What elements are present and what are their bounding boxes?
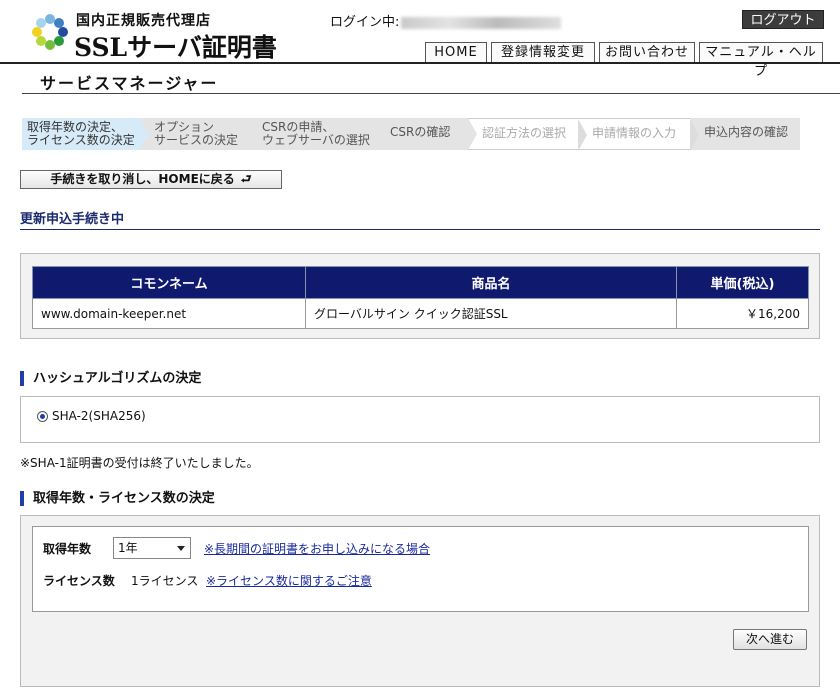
logout-button[interactable]: ログアウト	[742, 10, 824, 29]
product-table: コモンネーム 商品名 単価(税込) www.domain-keeper.net …	[32, 266, 809, 329]
logo-subtitle: 国内正規販売代理店	[76, 13, 211, 29]
license-label: ライセンス数	[43, 574, 115, 588]
long-term-link[interactable]: ※長期間の証明書をお申し込みになる場合	[204, 540, 430, 557]
logo-title: SSLサーバ証明書	[74, 33, 277, 62]
progress-steps: 取得年数の決定、 ライセンス数の決定 オプション サービスの決定 CSRの申請、 ウェ…	[22, 118, 800, 151]
nav-contact[interactable]: お問い合わせ	[599, 42, 695, 62]
chevron-down-icon	[177, 546, 185, 551]
years-select[interactable]: 1年	[113, 537, 191, 559]
step-review: 申込内容の確認	[690, 118, 800, 150]
section-divider	[20, 229, 820, 230]
product-panel: コモンネーム 商品名 単価(税込) www.domain-keeper.net …	[20, 253, 820, 339]
license-note-link[interactable]: ※ライセンス数に関するご注意	[206, 572, 372, 589]
table-row: www.domain-keeper.net グローバルサイン クイック認証SSL…	[32, 298, 809, 329]
service-title: サービスマネージャー	[40, 74, 219, 93]
step-app-info: 申請情報の入力	[578, 118, 699, 151]
login-status: ログイン中:	[330, 11, 562, 30]
nav-home[interactable]: HOME	[425, 42, 487, 62]
service-divider	[22, 93, 840, 94]
hash-panel: SHA-2(SHA256)	[20, 396, 820, 443]
step-auth-method: 認証方法の選択	[468, 118, 587, 151]
login-label: ログイン中:	[330, 15, 400, 30]
cell-price: ￥16,200	[676, 298, 809, 329]
nav-help[interactable]: マニュアル・ヘルプ	[699, 42, 823, 79]
hash-heading: ハッシュアルゴリズムの決定	[20, 371, 201, 386]
hash-option-label: SHA-2(SHA256)	[52, 409, 146, 423]
col-price: 単価(税込)	[676, 266, 809, 299]
return-arrow-icon: ⮐	[240, 172, 252, 186]
next-button[interactable]: 次へ進む	[733, 629, 807, 650]
step-csr: CSRの申請、 ウェブサーバの選択	[248, 118, 385, 150]
header-divider	[0, 62, 840, 64]
top-nav: HOME 登録情報変更 お問い合わせ マニュアル・ヘルプ	[425, 42, 823, 79]
radio-selected-icon[interactable]	[37, 410, 48, 422]
step-csr-confirm: CSRの確認	[376, 118, 477, 150]
nav-account[interactable]: 登録情報変更	[491, 42, 595, 62]
step-options: オプション サービスの決定	[140, 118, 257, 150]
col-product: 商品名	[305, 266, 677, 299]
step-term: 取得年数の決定、 ライセンス数の決定	[22, 118, 149, 150]
sha1-note: ※SHA-1証明書の受付は終了いたしました。	[20, 456, 259, 470]
cell-common-name: www.domain-keeper.net	[32, 298, 306, 329]
term-heading: 取得年数・ライセンス数の決定	[20, 491, 215, 506]
logo-flower-icon	[32, 14, 68, 50]
term-inner-panel: 取得年数 1年 ※長期間の証明書をお申し込みになる場合 ライセンス数 1ライセン…	[32, 526, 809, 612]
years-label: 取得年数	[43, 542, 92, 556]
cancel-home-button[interactable]: 手続きを取り消し、HOMEに戻る ⮐	[20, 170, 282, 189]
section-title: 更新申込手続き中	[20, 212, 125, 227]
hash-option-sha2[interactable]: SHA-2(SHA256)	[37, 409, 146, 423]
license-value: 1ライセンス	[131, 574, 199, 588]
login-email-redacted	[401, 16, 562, 29]
col-common-name: コモンネーム	[32, 266, 306, 299]
site-logo[interactable]: 国内正規販売代理店 SSLサーバ証明書	[28, 8, 303, 62]
cell-product: グローバルサイン クイック認証SSL	[305, 298, 677, 329]
term-panel: 取得年数 1年 ※長期間の証明書をお申し込みになる場合 ライセンス数 1ライセン…	[20, 515, 820, 687]
